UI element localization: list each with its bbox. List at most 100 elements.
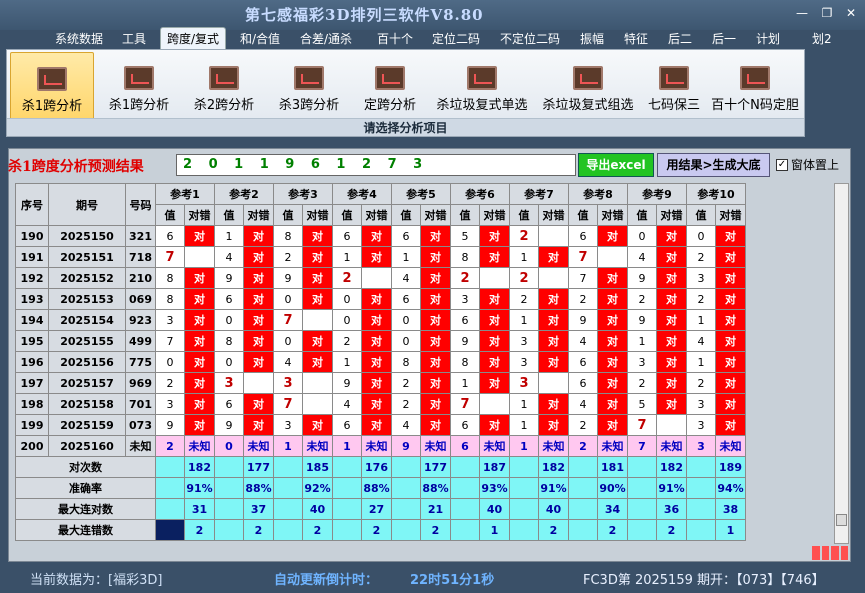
ribbon: 杀1跨分析 杀1跨分析 杀2跨分析 杀3跨分析 定跨分析 杀垃圾复式单选 杀垃圾… — [6, 49, 805, 137]
export-excel-button[interactable]: 导出excel — [578, 153, 654, 177]
ref-result: 对 — [479, 351, 510, 373]
analysis-table: 序号 期号 号码 参考1 参考2 参考3 参考4 参考5 参考6 参考7 参考8 参考9 参考10 值对错… — [15, 183, 746, 541]
ref-result: 对 — [479, 414, 510, 436]
ref-result: 对 — [715, 330, 746, 352]
ribbon-label: 杀2跨分析 — [193, 98, 255, 113]
ref-result: 对 — [184, 393, 215, 415]
issue-number: 2025155 — [48, 330, 126, 352]
ribbon-kill1-span[interactable]: 杀1跨分析 — [100, 52, 178, 120]
title-bar: 第七感福彩3D排列三软件V8.80 — ❐ ✕ — [0, 0, 865, 30]
minimize-icon[interactable]: — — [792, 6, 812, 20]
ref-value: 2 — [509, 225, 539, 247]
ref-result: 对 — [361, 393, 392, 415]
menu-sum[interactable]: 和/合值 — [240, 30, 280, 47]
summary-row: 最大连对数 31 37 40 27 21 40 40 34 36 38 — [15, 498, 746, 520]
checkbox-icon[interactable]: ✓ — [776, 158, 788, 171]
ref-result: 对 — [361, 414, 392, 436]
menu-plan-2[interactable]: 划2 — [812, 30, 832, 47]
vertical-scrollbar[interactable] — [834, 183, 849, 544]
menu-system-data[interactable]: 系统数据 — [55, 30, 103, 47]
scrollbar-thumb[interactable] — [836, 514, 847, 526]
ref-result: 对 — [243, 225, 274, 247]
menu-tools[interactable]: 工具 — [122, 30, 146, 47]
ref-value: 2 — [686, 288, 716, 310]
ref-result: 未知 — [420, 435, 451, 457]
menu-nonpos-two[interactable]: 不定位二码 — [500, 30, 560, 47]
summary-value: 176 — [361, 456, 392, 478]
summary-label: 准确率 — [15, 477, 156, 499]
ref-value: 2 — [568, 288, 598, 310]
menu-diff-kill[interactable]: 合差/通杀 — [300, 30, 352, 47]
ref-result — [302, 372, 333, 394]
sub-header: 对错 — [184, 204, 215, 226]
ref-value: 0 — [627, 225, 657, 247]
countdown-label: 自动更新倒计时： — [274, 573, 379, 588]
ref-value: 9 — [568, 309, 598, 331]
ref-value: 6 — [568, 372, 598, 394]
summary-spacer — [332, 519, 362, 541]
ref-value: 7 — [450, 393, 480, 415]
ref-result: 对 — [597, 267, 628, 289]
ref-value: 9 — [391, 435, 421, 457]
ref-value: 6 — [450, 309, 480, 331]
app-title: 第七感福彩3D排列三软件V8.80 — [245, 6, 484, 24]
sub-header: 对错 — [420, 204, 451, 226]
ref-result: 对 — [243, 414, 274, 436]
ribbon-fixed-span[interactable]: 定跨分析 — [355, 52, 425, 120]
chart-icon — [375, 66, 405, 90]
ontop-checkbox[interactable]: ✓ 窗体置上 — [776, 156, 839, 173]
restore-icon[interactable]: ❐ — [817, 6, 837, 20]
menu-bsg[interactable]: 百十个 — [377, 30, 413, 47]
summary-label: 最大连错数 — [15, 519, 156, 541]
result-field[interactable]: 2 0 1 1 9 6 1 2 7 3 — [176, 154, 576, 176]
ribbon-junk-group[interactable]: 杀垃圾复式组选 — [538, 52, 638, 120]
summary-spacer — [273, 519, 303, 541]
menu-last-two[interactable]: 后二 — [668, 30, 692, 47]
chart-icon — [209, 66, 239, 90]
ref-result: 对 — [597, 351, 628, 373]
ribbon-kill3-span[interactable]: 杀3跨分析 — [270, 52, 348, 120]
issue-number: 2025157 — [48, 372, 126, 394]
ribbon-kill1-span-selected[interactable]: 杀1跨分析 — [10, 52, 94, 120]
sub-header: 对错 — [361, 204, 392, 226]
ref-result: 对 — [361, 309, 392, 331]
menu-span-compound[interactable]: 跨度/复式 — [160, 27, 227, 50]
draw-number: 069 — [125, 288, 156, 310]
ribbon-kill2-span[interactable]: 杀2跨分析 — [185, 52, 263, 120]
ribbon-junk-single[interactable]: 杀垃圾复式单选 — [432, 52, 532, 120]
summary-spacer — [214, 498, 244, 520]
table-row: 194 2025154 923 3 对 0 对 7 0 对 0 对 6 对 1 对 9 对 9 对 1 对 — [15, 309, 746, 331]
draw-number: 210 — [125, 267, 156, 289]
column-header: 号码 — [125, 183, 156, 226]
ref-result: 对 — [715, 414, 746, 436]
ref-result: 对 — [302, 288, 333, 310]
menu-plan[interactable]: 计划 — [756, 30, 780, 47]
horizontal-scrollbar[interactable] — [15, 544, 834, 558]
ref-value: 6 — [155, 225, 185, 247]
close-icon[interactable]: ✕ — [841, 6, 861, 20]
ref-result: 对 — [184, 414, 215, 436]
draw-number: 未知 — [125, 435, 156, 457]
menu-last-one[interactable]: 后一 — [712, 30, 736, 47]
summary-value: 92% — [302, 477, 333, 499]
ref-result: 对 — [538, 330, 569, 352]
ref-value: 2 — [686, 246, 716, 268]
summary-spacer — [509, 498, 539, 520]
ribbon-seven-code[interactable]: 七码保三 — [643, 52, 705, 120]
menu-pos-two[interactable]: 定位二码 — [432, 30, 480, 47]
menu-amplitude[interactable]: 振幅 — [580, 30, 604, 47]
ref-value: 3 — [214, 372, 244, 394]
ref-result: 对 — [302, 246, 333, 268]
summary-spacer — [214, 477, 244, 499]
ref-result — [538, 267, 569, 289]
row-number: 193 — [15, 288, 49, 310]
generate-base-button[interactable]: 用结果>生成大底 — [657, 153, 770, 177]
ref-value: 2 — [155, 435, 185, 457]
menu-feature[interactable]: 特征 — [624, 30, 648, 47]
ref-header: 参考5 — [391, 183, 451, 205]
ref-result: 未知 — [656, 435, 687, 457]
ribbon-n-code[interactable]: 百十个N码定胆 — [709, 52, 801, 120]
ribbon-label: 杀垃圾复式单选 — [436, 98, 528, 113]
ref-result: 对 — [420, 351, 451, 373]
draw-number: 073 — [125, 414, 156, 436]
